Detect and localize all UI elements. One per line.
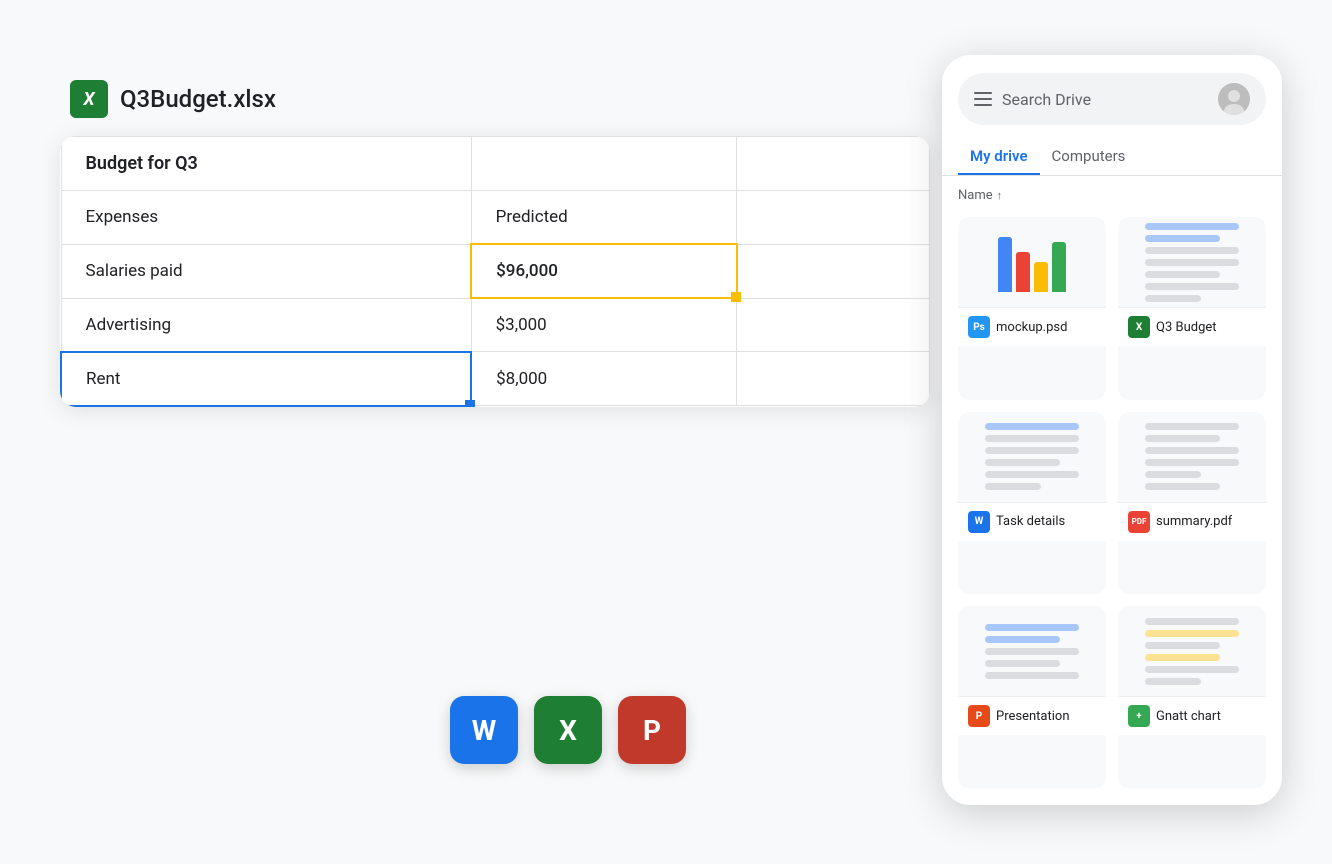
yellow-fill-handle[interactable] <box>731 292 741 302</box>
hamburger-icon[interactable] <box>974 92 992 106</box>
file-label-summary: summary.pdf <box>1156 514 1232 529</box>
predicted-header-cell[interactable]: Predicted <box>471 191 736 245</box>
search-input[interactable]: Search Drive <box>1002 90 1208 109</box>
advertising-extra-cell <box>737 298 930 352</box>
advertising-value-cell[interactable]: $3,000 <box>471 298 736 352</box>
file-info-taskdetails: W Task details <box>958 502 1106 541</box>
spreadsheet-table: Budget for Q3 Expenses Predicted Salarie… <box>60 136 930 407</box>
word-icon[interactable]: W <box>450 696 518 764</box>
doc-lines-presentation <box>973 612 1091 691</box>
doc-lines-gnatt <box>1133 606 1251 697</box>
rent-extra-cell <box>737 352 930 406</box>
app-icons-row: W X P <box>450 696 686 764</box>
drive-name-bar: Name ↑ <box>942 176 1282 209</box>
doc-lines-summary <box>1133 412 1251 503</box>
chart-bars-icon <box>998 232 1066 292</box>
drive-tabs: My drive Computers <box>942 139 1282 176</box>
rent-value-cell[interactable]: $8,000 <box>471 352 736 406</box>
rent-row: Rent $8,000 <box>61 352 930 406</box>
search-bar[interactable]: Search Drive <box>958 73 1266 125</box>
file-info-mockup: Ps mockup.psd <box>958 307 1106 346</box>
file-preview-q3budget <box>1118 217 1266 307</box>
bar-yellow <box>1034 262 1048 292</box>
badge-ps: Ps <box>968 316 990 338</box>
file-card-summary[interactable]: PDF summary.pdf <box>1118 412 1266 595</box>
salaries-extra-cell <box>737 244 930 298</box>
file-label-q3budget: Q3 Budget <box>1156 320 1217 335</box>
title-empty-cell <box>471 137 736 191</box>
file-label-mockup: mockup.psd <box>996 320 1067 335</box>
file-info-gnatt: + Gnatt chart <box>1118 696 1266 735</box>
salaries-label-cell[interactable]: Salaries paid <box>61 244 471 298</box>
file-preview-mockup <box>958 217 1106 307</box>
budget-title-cell[interactable]: Budget for Q3 <box>61 137 471 191</box>
file-card-mockup[interactable]: Ps mockup.psd <box>958 217 1106 400</box>
doc-lines-q3budget <box>1133 217 1251 314</box>
advertising-row: Advertising $3,000 <box>61 298 930 352</box>
badge-w: W <box>968 511 990 533</box>
drive-header: Search Drive <box>942 55 1282 139</box>
tab-computers[interactable]: Computers <box>1040 139 1138 175</box>
file-card-q3budget[interactable]: X Q3 Budget <box>1118 217 1266 400</box>
file-preview-summary <box>1118 412 1266 502</box>
file-info-summary: PDF summary.pdf <box>1118 502 1266 541</box>
excel-icon[interactable]: X <box>534 696 602 764</box>
file-card-taskdetails[interactable]: W Task details <box>958 412 1106 595</box>
badge-pdf: PDF <box>1128 511 1150 533</box>
rent-label-cell[interactable]: Rent <box>61 352 471 406</box>
powerpoint-icon[interactable]: P <box>618 696 686 764</box>
name-sort-label[interactable]: Name <box>958 188 993 203</box>
header-extra-cell <box>737 191 930 245</box>
file-name: Q3Budget.xlsx <box>120 85 276 113</box>
spreadsheet-card: Budget for Q3 Expenses Predicted Salarie… <box>60 136 930 407</box>
file-preview-presentation <box>958 606 1106 696</box>
file-preview-taskdetails <box>958 412 1106 502</box>
tab-my-drive[interactable]: My drive <box>958 139 1040 175</box>
file-label-gnatt: Gnatt chart <box>1156 709 1221 724</box>
badge-p: P <box>968 705 990 727</box>
file-label-taskdetails: Task details <box>996 514 1065 529</box>
expenses-header-cell[interactable]: Expenses <box>61 191 471 245</box>
spreadsheet-title-row: Budget for Q3 <box>61 137 930 191</box>
avatar[interactable] <box>1218 83 1250 115</box>
file-label-presentation: Presentation <box>996 709 1070 724</box>
spreadsheet-header-row: Expenses Predicted <box>61 191 930 245</box>
bar-green <box>1052 242 1066 292</box>
spreadsheet-container: X Q3Budget.xlsx Budget for Q3 Expenses P… <box>60 80 930 407</box>
doc-lines-taskdetails <box>973 412 1091 503</box>
badge-plus: + <box>1128 705 1150 727</box>
bar-red <box>1016 252 1030 292</box>
file-header: X Q3Budget.xlsx <box>60 80 930 118</box>
file-icon-xlsx: X <box>70 80 108 118</box>
file-card-gnatt[interactable]: + Gnatt chart <box>1118 606 1266 789</box>
file-info-presentation: P Presentation <box>958 696 1106 735</box>
advertising-label-cell[interactable]: Advertising <box>61 298 471 352</box>
file-card-presentation[interactable]: P Presentation <box>958 606 1106 789</box>
salaries-row: Salaries paid $96,000 <box>61 244 930 298</box>
blue-fill-handle[interactable] <box>465 400 475 407</box>
drive-panel: Search Drive My drive Computers Name ↑ <box>942 55 1282 805</box>
drive-files-grid: Ps mockup.psd X Q3 Budget <box>942 209 1282 805</box>
badge-x: X <box>1128 316 1150 338</box>
file-preview-gnatt <box>1118 606 1266 696</box>
sort-arrow-icon: ↑ <box>997 189 1003 202</box>
bar-blue <box>998 237 1012 292</box>
salaries-value-cell[interactable]: $96,000 <box>471 244 736 298</box>
title-extra-cell <box>737 137 930 191</box>
